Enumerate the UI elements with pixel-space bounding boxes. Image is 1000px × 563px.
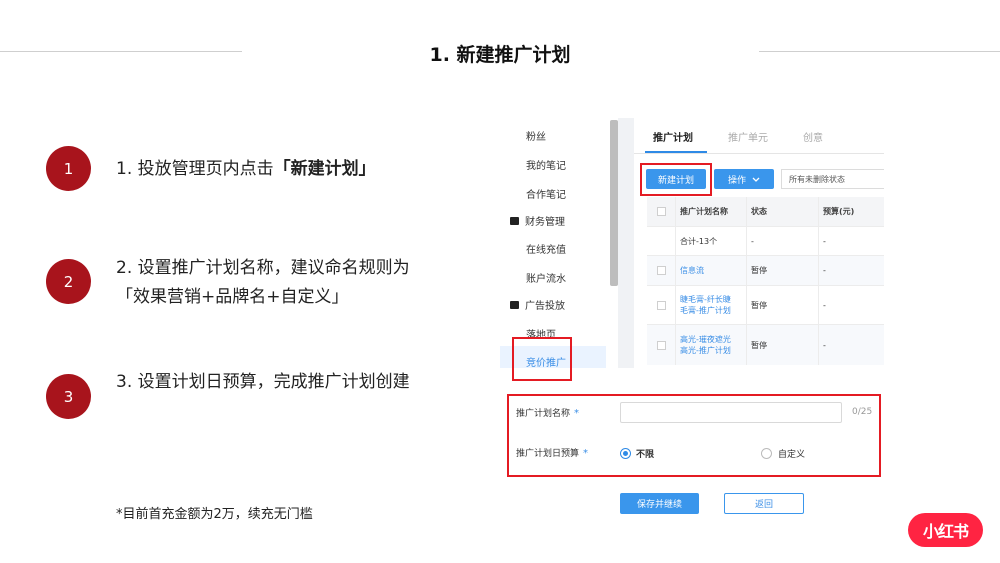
row-budget: -: [823, 340, 826, 350]
sidebar-group-finance-label: 财务管理: [525, 217, 565, 228]
plan-name-link[interactable]: 高光-璀夜遮光 高光-推广计划: [680, 334, 731, 356]
row-status: 暂停: [747, 325, 819, 365]
table-row[interactable]: 信息流 暂停 -: [647, 256, 884, 286]
row-checkbox-cell: [647, 286, 676, 324]
highlight-new-plan: [640, 163, 712, 196]
sidebar-group-finance[interactable]: 财务管理: [510, 213, 565, 228]
summary-budget: -: [823, 236, 826, 246]
save-and-continue-button[interactable]: 保存并继续: [620, 493, 699, 514]
sidebar-item-recharge[interactable]: 在线充值: [526, 241, 566, 256]
slide-title: 1. 新建推广计划: [429, 44, 571, 66]
row-checkbox[interactable]: [656, 300, 666, 310]
row-budget: -: [823, 300, 826, 310]
sidebar-item-fans[interactable]: 粉丝: [526, 128, 546, 143]
status-filter-select[interactable]: 所有未删除状态: [781, 169, 884, 189]
summary-status: -: [747, 227, 819, 255]
header-status[interactable]: 状态: [747, 197, 819, 226]
row-checkbox-cell: [647, 256, 676, 285]
plan-name-link[interactable]: 信息流: [680, 265, 704, 276]
step-3-text: 3. 设置计划日预算，完成推广计划创建: [116, 372, 410, 392]
tab-divider: [634, 153, 884, 154]
plan-name-line1: 睫毛膏-纤长睫: [680, 295, 731, 304]
step-2-line2: 「效果营销+品牌名+自定义」: [116, 287, 349, 307]
wallet-icon: [510, 216, 519, 225]
chevron-down-icon: [752, 177, 760, 182]
highlight-form: [507, 394, 881, 477]
row-name-cell: 高光-璀夜遮光 高光-推广计划: [676, 325, 747, 365]
tab-active-indicator: [645, 151, 707, 153]
step-1-prefix: 1. 投放管理页内点击: [116, 159, 274, 179]
step-1-badge: 1: [46, 146, 91, 191]
row-name-cell: 信息流: [676, 256, 747, 285]
step-1-text: 1. 投放管理页内点击「新建计划」: [116, 155, 376, 184]
plan-name-line1: 高光-璀夜遮光: [680, 335, 731, 344]
summary-empty-cell: [647, 227, 676, 255]
row-status: 暂停: [747, 286, 819, 324]
plan-name-link[interactable]: 睫毛膏-纤长睫 毛膏-推广计划: [680, 294, 731, 316]
sidebar-scrollbar[interactable]: [610, 120, 618, 286]
sidebar-item-collab-notes[interactable]: 合作笔记: [526, 186, 566, 201]
table-row[interactable]: 高光-璀夜遮光 高光-推广计划 暂停 -: [647, 325, 884, 365]
row-checkbox[interactable]: [656, 340, 666, 350]
row-name-cell: 睫毛膏-纤长睫 毛膏-推广计划: [676, 286, 747, 324]
plan-name-line2: 毛膏-推广计划: [680, 306, 731, 315]
sidebar-item-account-flow[interactable]: 账户流水: [526, 270, 566, 285]
row-checkbox-cell: [647, 325, 676, 365]
xiaohongshu-logo: 小红书: [908, 513, 983, 547]
table-row[interactable]: 睫毛膏-纤长睫 毛膏-推广计划 暂停 -: [647, 286, 884, 325]
operate-label: 操作: [727, 175, 746, 186]
footnote: *目前首充金额为2万，续充无门槛: [116, 507, 313, 522]
row-checkbox[interactable]: [656, 266, 666, 275]
tab-creative[interactable]: 创意: [803, 129, 823, 144]
ads-icon: [510, 300, 519, 309]
operate-dropdown-button[interactable]: 操作: [714, 169, 774, 189]
step-2-text: 2. 设置推广计划名称，建议命名规则为 「效果营销+品牌名+自定义」: [116, 254, 410, 312]
sidebar-group-ads[interactable]: 广告投放: [510, 297, 565, 312]
step-2-badge: 2: [46, 259, 91, 304]
sidebar-divider: [618, 118, 634, 368]
header-name[interactable]: 推广计划名称: [676, 197, 747, 226]
plan-name-line2: 高光-推广计划: [680, 346, 731, 355]
highlight-bid-promotion: [512, 337, 572, 381]
select-all-checkbox[interactable]: [656, 207, 666, 216]
step-2-line1: 2. 设置推广计划名称，建议命名规则为: [116, 258, 410, 278]
tab-promotion-plan[interactable]: 推广计划: [653, 129, 693, 144]
header-budget[interactable]: 预算(元): [819, 197, 884, 226]
row-budget: -: [823, 266, 826, 275]
summary-name: 合计-13个: [676, 227, 747, 255]
table-summary-row: 合计-13个 - -: [647, 227, 884, 256]
select-all-cell: [647, 197, 676, 226]
step-3-badge: 3: [46, 374, 91, 419]
step-1-emphasis: 「新建计划」: [273, 159, 376, 179]
tab-promotion-unit[interactable]: 推广单元: [728, 129, 768, 144]
row-status: 暂停: [747, 256, 819, 285]
sidebar-item-my-notes[interactable]: 我的笔记: [526, 157, 566, 172]
sidebar-group-ads-label: 广告投放: [525, 301, 565, 312]
back-button[interactable]: 返回: [724, 493, 804, 514]
table-header: 推广计划名称 状态 预算(元): [647, 197, 884, 227]
